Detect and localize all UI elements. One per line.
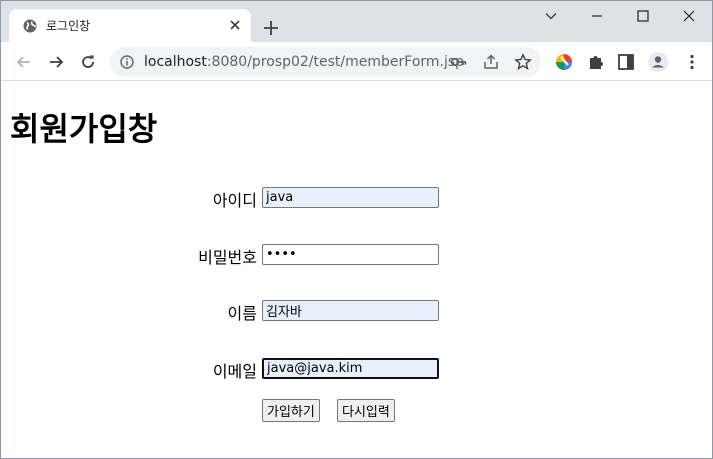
minimize-button[interactable]	[574, 1, 620, 31]
star-icon[interactable]	[514, 53, 532, 71]
profile-avatar-icon[interactable]	[647, 51, 669, 73]
reset-button[interactable]: 다시입력	[337, 399, 395, 422]
puzzle-extensions-icon[interactable]	[585, 51, 607, 73]
browser-window: 로그인창 localhost:8080/prosp02/test/memberF…	[0, 0, 713, 459]
reload-icon	[82, 55, 94, 68]
url-host: localhost	[144, 54, 207, 70]
maximize-icon	[637, 10, 649, 22]
password-label: 비밀번호	[198, 248, 257, 267]
submit-button[interactable]: 가입하기	[262, 399, 320, 422]
form-row-password: 비밀번호	[1, 242, 712, 267]
password-input[interactable]	[262, 244, 439, 265]
back-button[interactable]	[12, 50, 36, 74]
page-title: 회원가입창	[10, 110, 158, 148]
name-label: 이름	[227, 304, 257, 323]
name-input[interactable]	[262, 300, 439, 321]
email-input[interactable]	[262, 358, 439, 379]
tab-search-button[interactable]	[528, 1, 574, 31]
info-icon[interactable]	[120, 55, 134, 69]
form-row-name: 이름	[1, 298, 712, 323]
page-content: 회원가입창 아이디 비밀번호 이름 이메일 가입하기 다시입력	[1, 82, 712, 458]
form-row-id: 아이디	[1, 185, 712, 210]
id-label: 아이디	[212, 191, 257, 210]
form-row-email: 이메일	[1, 356, 712, 381]
address-bar[interactable]: localhost:8080/prosp02/test/memberForm.j…	[110, 47, 541, 77]
id-input[interactable]	[262, 187, 439, 208]
key-icon[interactable]	[450, 53, 468, 71]
tab-title: 로그인창	[46, 19, 91, 33]
arrow-right-icon	[50, 56, 64, 68]
tab-strip: 로그인창	[1, 1, 712, 42]
arrow-left-icon	[16, 56, 30, 68]
forward-button[interactable]	[44, 50, 68, 74]
close-tab-icon[interactable]	[227, 17, 243, 33]
browser-tab[interactable]: 로그인창	[9, 9, 251, 42]
share-icon[interactable]	[482, 53, 500, 71]
reload-button[interactable]	[76, 50, 100, 74]
new-tab-icon[interactable]	[257, 14, 285, 42]
url-path: :8080/prosp02/test/memberForm.jsp	[206, 54, 465, 70]
chevron-down-icon	[545, 13, 557, 20]
extension-color-icon[interactable]	[553, 51, 575, 73]
side-panel-icon[interactable]	[615, 51, 637, 73]
minimize-icon	[592, 15, 602, 17]
globe-icon	[23, 19, 37, 33]
close-icon	[683, 10, 695, 22]
close-window-button[interactable]	[666, 1, 712, 31]
email-label: 이메일	[212, 362, 257, 381]
browser-toolbar: localhost:8080/prosp02/test/memberForm.j…	[1, 42, 712, 81]
url-text[interactable]: localhost:8080/prosp02/test/memberForm.j…	[144, 54, 464, 70]
more-options-icon[interactable]	[681, 51, 703, 73]
maximize-button[interactable]	[620, 1, 666, 31]
